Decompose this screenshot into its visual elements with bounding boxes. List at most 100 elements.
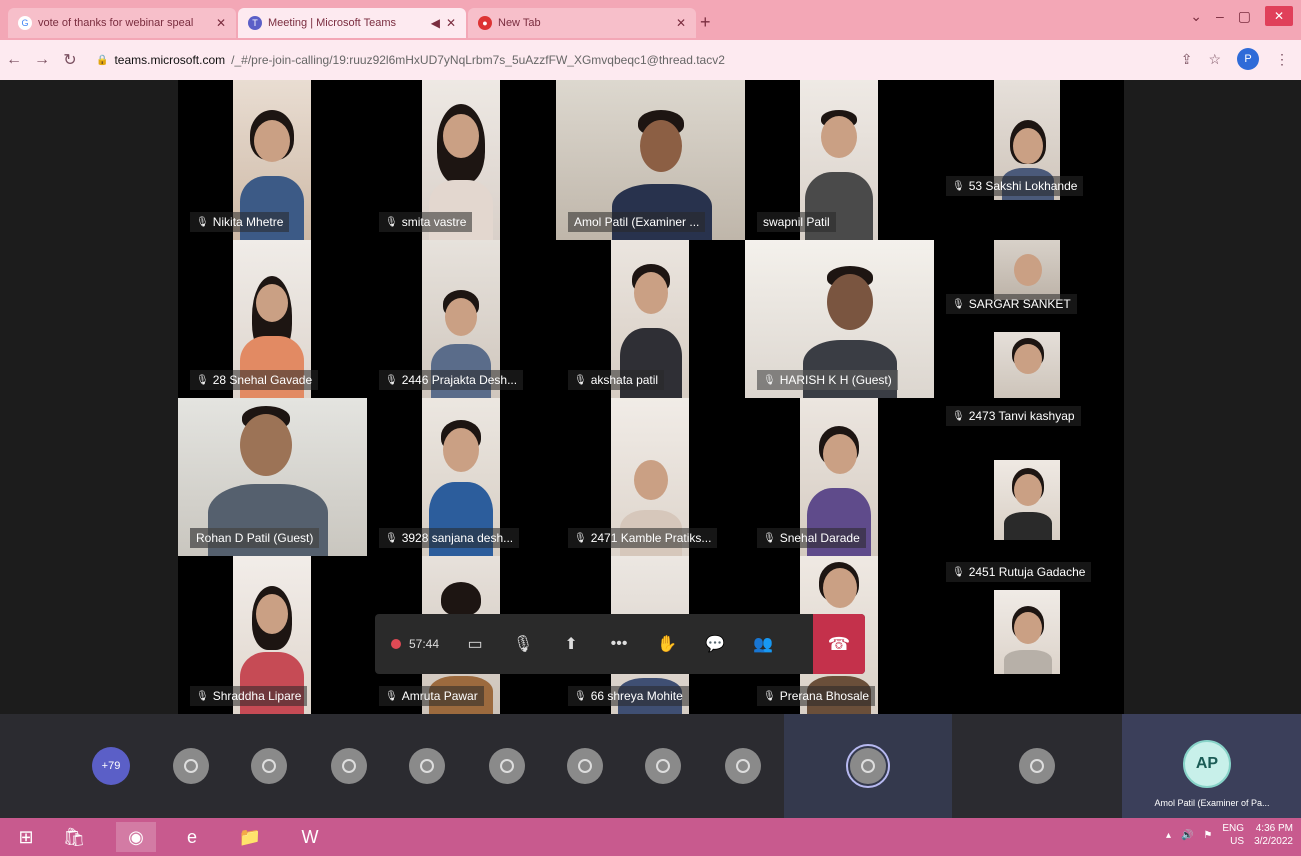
- mic-off-icon: 🎙: [385, 532, 398, 544]
- chat-icon: 💬: [705, 636, 725, 653]
- share-screen-button[interactable]: ⬆: [547, 614, 595, 674]
- video-tile[interactable]: 🎙 2471 Kamble Pratiks...: [556, 398, 745, 556]
- participant-name: 🎙 2446 Prajakta Desh...: [379, 370, 524, 390]
- camera-off-icon: ▭: [467, 636, 483, 653]
- tab-new-tab[interactable]: ● New Tab ✕: [468, 8, 696, 38]
- close-icon[interactable]: ✕: [216, 16, 226, 30]
- word-button[interactable]: W: [290, 822, 330, 852]
- mic-off-icon: 🎙: [196, 690, 209, 702]
- meeting-controls: 57:44 ▭ 🎙 ⬆ ••• ✋ 💬 👥 ☎: [375, 614, 865, 674]
- video-tile[interactable]: 🎙 Nikita Mhetre: [178, 80, 367, 240]
- chrome-button[interactable]: ◉: [116, 822, 156, 852]
- participant-avatar[interactable]: [328, 714, 370, 818]
- more-icon: •••: [610, 635, 628, 652]
- back-icon[interactable]: ←: [0, 51, 28, 69]
- menu-icon[interactable]: ⋮: [1275, 51, 1289, 68]
- clock[interactable]: 4:36 PM 3/2/2022: [1254, 822, 1293, 848]
- participant-avatar[interactable]: [406, 714, 448, 818]
- file-explorer-button[interactable]: 📁: [230, 822, 270, 852]
- ie-button[interactable]: e: [172, 822, 212, 852]
- video-tile[interactable]: Rohan D Patil (Guest): [178, 398, 367, 556]
- mic-off-icon: 🎙: [763, 690, 776, 702]
- maximize-button[interactable]: ▢: [1238, 8, 1251, 25]
- video-tile[interactable]: swapnil Patil: [745, 80, 934, 240]
- close-window-button[interactable]: ✕: [1265, 6, 1293, 26]
- video-tile[interactable]: 🎙 2451 Rutuja Gadache: [934, 556, 1123, 714]
- flag-icon[interactable]: ⚑: [1203, 830, 1212, 841]
- video-tile[interactable]: 🎙 SARGAR SANKET: [934, 240, 1123, 398]
- more-participants-count[interactable]: +79: [92, 747, 130, 785]
- participant-name: 🎙 2451 Rutuja Gadache: [946, 562, 1092, 582]
- participant-avatar[interactable]: [486, 714, 528, 818]
- teams-icon: T: [248, 16, 262, 30]
- word-icon: W: [301, 826, 319, 847]
- volume-icon[interactable]: 🔊: [1181, 830, 1193, 841]
- more-participants-button[interactable]: +79: [90, 714, 132, 818]
- mic-off-icon: 🎙: [952, 566, 965, 578]
- participant-name: 🎙 53 Sakshi Lokhande: [946, 176, 1084, 196]
- video-tile[interactable]: 🎙 Shraddha Lipare: [178, 556, 367, 714]
- lock-icon: 🔒: [96, 54, 109, 66]
- tab-meeting[interactable]: T Meeting | Microsoft Teams ◀ ✕: [238, 8, 466, 38]
- lang-indicator[interactable]: ENG US: [1222, 822, 1244, 848]
- tab-vote-of-thanks[interactable]: G vote of thanks for webinar speal ✕: [8, 8, 236, 38]
- video-tile[interactable]: 🎙 2473 Tanvi kashyap: [934, 398, 1123, 556]
- participant-avatar[interactable]: [170, 714, 212, 818]
- share-icon[interactable]: ⇪: [1181, 51, 1193, 68]
- video-tile[interactable]: 🎙 3928 sanjana desh...: [367, 398, 556, 556]
- new-tab-button[interactable]: +: [700, 12, 711, 33]
- video-tile[interactable]: 🎙 akshata patil: [556, 240, 745, 398]
- star-icon[interactable]: ☆: [1208, 51, 1221, 68]
- participant-avatar[interactable]: [722, 714, 764, 818]
- participant-avatar[interactable]: [564, 714, 606, 818]
- camera-off-button[interactable]: ▭: [451, 614, 499, 674]
- video-tile[interactable]: 🎙 53 Sakshi Lokhande: [934, 80, 1123, 240]
- speaker-icon[interactable]: ◀: [431, 16, 440, 30]
- participant-name: 🎙 2471 Kamble Pratiks...: [568, 528, 718, 548]
- close-icon[interactable]: ✕: [676, 16, 686, 30]
- video-tile[interactable]: 🎙 28 Snehal Gavade: [178, 240, 367, 398]
- mic-off-icon: 🎙: [574, 690, 587, 702]
- video-tile[interactable]: Amol Patil (Examiner ...: [556, 80, 745, 240]
- reload-icon[interactable]: ↻: [56, 50, 84, 70]
- people-icon: 👥: [753, 636, 773, 653]
- phone-icon: ☎: [827, 633, 851, 654]
- timer-text: 57:44: [409, 637, 440, 651]
- hang-up-button[interactable]: ☎: [813, 614, 865, 674]
- chrome-icon: ●: [478, 16, 492, 30]
- participants-button[interactable]: 👥: [739, 614, 787, 674]
- person-icon: [645, 748, 681, 784]
- person-icon: [850, 748, 886, 784]
- start-button[interactable]: ⊞: [6, 822, 46, 852]
- participant-name: 🎙 2473 Tanvi kashyap: [946, 406, 1081, 426]
- participant-avatar[interactable]: [248, 714, 290, 818]
- meeting-stage: 🎙 Nikita Mhetre 🎙 smita vastre Amol Patil …: [0, 80, 1301, 714]
- hand-icon: ✋: [657, 636, 677, 653]
- more-actions-button[interactable]: •••: [595, 614, 643, 674]
- url-field[interactable]: 🔒 teams.microsoft.com /_#/pre-join-callin…: [96, 53, 725, 67]
- person-icon: [1019, 748, 1055, 784]
- participant-avatar[interactable]: [642, 714, 684, 818]
- profile-avatar[interactable]: P: [1237, 48, 1259, 70]
- chevron-down-icon[interactable]: ⌄: [1190, 8, 1202, 25]
- close-icon[interactable]: ✕: [446, 16, 456, 30]
- presenter-avatar[interactable]: AP: [1183, 740, 1231, 788]
- forward-icon[interactable]: →: [28, 51, 56, 69]
- chat-button[interactable]: 💬: [691, 614, 739, 674]
- system-tray: ▴ 🔊 ⚑ ENG US 4:36 PM 3/2/2022: [1166, 822, 1293, 848]
- windows-icon: ⊞: [18, 826, 34, 847]
- raise-hand-button[interactable]: ✋: [643, 614, 691, 674]
- video-tile[interactable]: 🎙 2446 Prajakta Desh...: [367, 240, 556, 398]
- participant-avatar[interactable]: [1016, 714, 1058, 818]
- mic-off-icon: 🎙: [763, 532, 776, 544]
- video-tile[interactable]: 🎙 HARISH K H (Guest): [745, 240, 934, 398]
- participant-avatar-speaking[interactable]: [784, 714, 952, 818]
- minimize-button[interactable]: –: [1216, 8, 1224, 24]
- chevron-up-icon[interactable]: ▴: [1166, 830, 1171, 841]
- mic-off-icon: 🎙: [952, 180, 965, 192]
- mic-off-icon: 🎙: [574, 374, 587, 386]
- mic-off-button[interactable]: 🎙: [499, 614, 547, 674]
- video-tile[interactable]: 🎙 Snehal Darade: [745, 398, 934, 556]
- video-tile[interactable]: 🎙 smita vastre: [367, 80, 556, 240]
- store-button[interactable]: 🛍: [54, 822, 94, 852]
